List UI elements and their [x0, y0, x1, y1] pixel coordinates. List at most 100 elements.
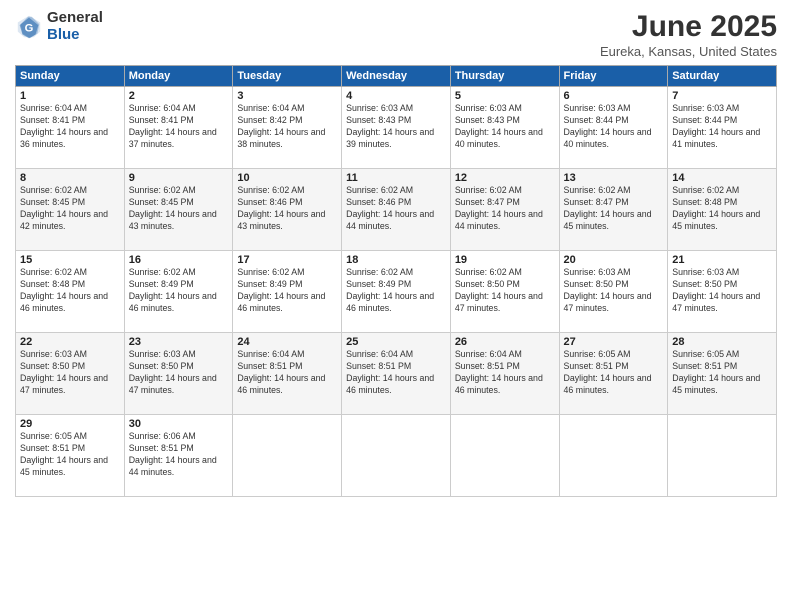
calendar-cell: 24Sunrise: 6:04 AM Sunset: 8:51 PM Dayli… [233, 333, 342, 415]
day-number: 6 [564, 90, 664, 102]
calendar-cell: 11Sunrise: 6:02 AM Sunset: 8:46 PM Dayli… [342, 169, 451, 251]
day-number: 23 [129, 336, 229, 348]
day-number: 19 [455, 254, 555, 266]
header: G General Blue June 2025 Eureka, Kansas,… [15, 10, 777, 59]
logo: G General Blue [15, 10, 103, 43]
day-detail: Sunrise: 6:03 AM Sunset: 8:43 PM Dayligh… [346, 103, 446, 151]
calendar-cell: 3Sunrise: 6:04 AM Sunset: 8:42 PM Daylig… [233, 87, 342, 169]
calendar-cell: 25Sunrise: 6:04 AM Sunset: 8:51 PM Dayli… [342, 333, 451, 415]
day-detail: Sunrise: 6:05 AM Sunset: 8:51 PM Dayligh… [20, 431, 120, 479]
day-number: 15 [20, 254, 120, 266]
calendar-cell: 23Sunrise: 6:03 AM Sunset: 8:50 PM Dayli… [124, 333, 233, 415]
day-number: 29 [20, 418, 120, 430]
calendar-cell: 22Sunrise: 6:03 AM Sunset: 8:50 PM Dayli… [16, 333, 125, 415]
weekday-header: Friday [559, 66, 668, 87]
calendar-cell [559, 415, 668, 497]
day-number: 3 [237, 90, 337, 102]
weekday-header: Sunday [16, 66, 125, 87]
calendar-cell: 18Sunrise: 6:02 AM Sunset: 8:49 PM Dayli… [342, 251, 451, 333]
calendar-cell: 19Sunrise: 6:02 AM Sunset: 8:50 PM Dayli… [450, 251, 559, 333]
calendar-cell: 21Sunrise: 6:03 AM Sunset: 8:50 PM Dayli… [668, 251, 777, 333]
day-number: 30 [129, 418, 229, 430]
calendar-week-row: 15Sunrise: 6:02 AM Sunset: 8:48 PM Dayli… [16, 251, 777, 333]
weekday-header: Tuesday [233, 66, 342, 87]
calendar-cell: 30Sunrise: 6:06 AM Sunset: 8:51 PM Dayli… [124, 415, 233, 497]
day-number: 27 [564, 336, 664, 348]
day-detail: Sunrise: 6:02 AM Sunset: 8:49 PM Dayligh… [237, 267, 337, 315]
calendar-cell: 10Sunrise: 6:02 AM Sunset: 8:46 PM Dayli… [233, 169, 342, 251]
calendar-cell: 15Sunrise: 6:02 AM Sunset: 8:48 PM Dayli… [16, 251, 125, 333]
day-detail: Sunrise: 6:03 AM Sunset: 8:50 PM Dayligh… [564, 267, 664, 315]
day-detail: Sunrise: 6:02 AM Sunset: 8:45 PM Dayligh… [20, 185, 120, 233]
calendar-cell: 27Sunrise: 6:05 AM Sunset: 8:51 PM Dayli… [559, 333, 668, 415]
day-detail: Sunrise: 6:03 AM Sunset: 8:50 PM Dayligh… [672, 267, 772, 315]
day-detail: Sunrise: 6:03 AM Sunset: 8:43 PM Dayligh… [455, 103, 555, 151]
day-number: 7 [672, 90, 772, 102]
calendar-week-row: 22Sunrise: 6:03 AM Sunset: 8:50 PM Dayli… [16, 333, 777, 415]
day-detail: Sunrise: 6:04 AM Sunset: 8:51 PM Dayligh… [346, 349, 446, 397]
calendar-cell: 20Sunrise: 6:03 AM Sunset: 8:50 PM Dayli… [559, 251, 668, 333]
calendar-cell: 5Sunrise: 6:03 AM Sunset: 8:43 PM Daylig… [450, 87, 559, 169]
calendar-cell: 14Sunrise: 6:02 AM Sunset: 8:48 PM Dayli… [668, 169, 777, 251]
logo-blue-text: Blue [47, 27, 103, 44]
calendar-cell [342, 415, 451, 497]
day-detail: Sunrise: 6:02 AM Sunset: 8:49 PM Dayligh… [346, 267, 446, 315]
day-detail: Sunrise: 6:02 AM Sunset: 8:46 PM Dayligh… [346, 185, 446, 233]
day-number: 28 [672, 336, 772, 348]
day-number: 26 [455, 336, 555, 348]
weekday-header: Saturday [668, 66, 777, 87]
day-number: 4 [346, 90, 446, 102]
calendar-cell: 6Sunrise: 6:03 AM Sunset: 8:44 PM Daylig… [559, 87, 668, 169]
calendar-cell: 9Sunrise: 6:02 AM Sunset: 8:45 PM Daylig… [124, 169, 233, 251]
day-number: 14 [672, 172, 772, 184]
calendar-cell: 28Sunrise: 6:05 AM Sunset: 8:51 PM Dayli… [668, 333, 777, 415]
day-number: 11 [346, 172, 446, 184]
logo-text: General Blue [47, 10, 103, 43]
month-title: June 2025 [600, 10, 777, 44]
svg-text:G: G [25, 22, 34, 34]
calendar-cell: 4Sunrise: 6:03 AM Sunset: 8:43 PM Daylig… [342, 87, 451, 169]
day-number: 10 [237, 172, 337, 184]
logo-general-text: General [47, 10, 103, 27]
calendar-cell: 16Sunrise: 6:02 AM Sunset: 8:49 PM Dayli… [124, 251, 233, 333]
calendar-cell: 2Sunrise: 6:04 AM Sunset: 8:41 PM Daylig… [124, 87, 233, 169]
calendar-cell: 8Sunrise: 6:02 AM Sunset: 8:45 PM Daylig… [16, 169, 125, 251]
location: Eureka, Kansas, United States [600, 44, 777, 59]
day-detail: Sunrise: 6:04 AM Sunset: 8:41 PM Dayligh… [20, 103, 120, 151]
day-number: 8 [20, 172, 120, 184]
day-number: 2 [129, 90, 229, 102]
logo-icon: G [15, 13, 43, 41]
weekday-header: Monday [124, 66, 233, 87]
calendar-cell: 12Sunrise: 6:02 AM Sunset: 8:47 PM Dayli… [450, 169, 559, 251]
day-number: 13 [564, 172, 664, 184]
day-number: 1 [20, 90, 120, 102]
day-number: 17 [237, 254, 337, 266]
calendar-cell: 13Sunrise: 6:02 AM Sunset: 8:47 PM Dayli… [559, 169, 668, 251]
calendar-cell [233, 415, 342, 497]
day-detail: Sunrise: 6:04 AM Sunset: 8:51 PM Dayligh… [237, 349, 337, 397]
day-detail: Sunrise: 6:04 AM Sunset: 8:51 PM Dayligh… [455, 349, 555, 397]
day-detail: Sunrise: 6:03 AM Sunset: 8:50 PM Dayligh… [20, 349, 120, 397]
day-number: 9 [129, 172, 229, 184]
day-detail: Sunrise: 6:06 AM Sunset: 8:51 PM Dayligh… [129, 431, 229, 479]
title-block: June 2025 Eureka, Kansas, United States [600, 10, 777, 59]
calendar-header-row: SundayMondayTuesdayWednesdayThursdayFrid… [16, 66, 777, 87]
calendar-week-row: 8Sunrise: 6:02 AM Sunset: 8:45 PM Daylig… [16, 169, 777, 251]
day-number: 21 [672, 254, 772, 266]
calendar-week-row: 29Sunrise: 6:05 AM Sunset: 8:51 PM Dayli… [16, 415, 777, 497]
calendar-cell: 1Sunrise: 6:04 AM Sunset: 8:41 PM Daylig… [16, 87, 125, 169]
day-detail: Sunrise: 6:02 AM Sunset: 8:45 PM Dayligh… [129, 185, 229, 233]
page: G General Blue June 2025 Eureka, Kansas,… [0, 0, 792, 612]
day-detail: Sunrise: 6:03 AM Sunset: 8:50 PM Dayligh… [129, 349, 229, 397]
day-detail: Sunrise: 6:03 AM Sunset: 8:44 PM Dayligh… [564, 103, 664, 151]
calendar-cell [668, 415, 777, 497]
calendar-cell: 7Sunrise: 6:03 AM Sunset: 8:44 PM Daylig… [668, 87, 777, 169]
weekday-header: Thursday [450, 66, 559, 87]
day-detail: Sunrise: 6:05 AM Sunset: 8:51 PM Dayligh… [564, 349, 664, 397]
day-number: 25 [346, 336, 446, 348]
calendar-week-row: 1Sunrise: 6:04 AM Sunset: 8:41 PM Daylig… [16, 87, 777, 169]
calendar-cell [450, 415, 559, 497]
day-number: 22 [20, 336, 120, 348]
calendar-cell: 26Sunrise: 6:04 AM Sunset: 8:51 PM Dayli… [450, 333, 559, 415]
day-detail: Sunrise: 6:03 AM Sunset: 8:44 PM Dayligh… [672, 103, 772, 151]
